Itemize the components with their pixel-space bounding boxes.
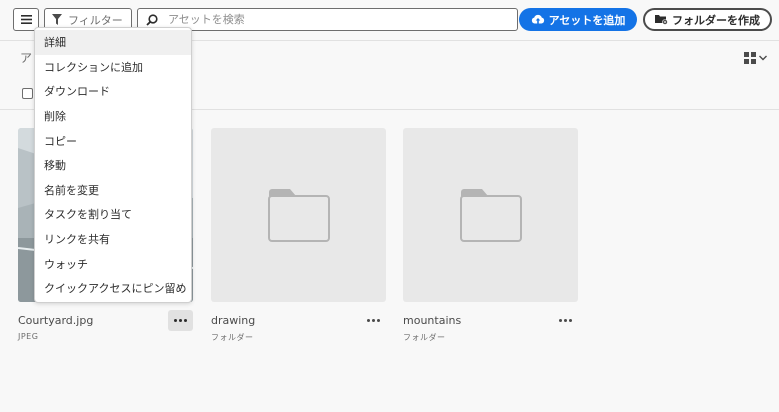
asset-name[interactable]: Courtyard.jpg xyxy=(18,314,93,327)
menu-item-share-link[interactable]: リンクを共有 xyxy=(35,227,191,252)
menu-item-rename[interactable]: 名前を変更 xyxy=(35,178,191,203)
context-menu: 詳細 コレクションに追加 ダウンロード 削除 コピー 移動 名前を変更 タスクを… xyxy=(34,27,192,303)
cloud-upload-icon xyxy=(531,14,544,24)
menu-item-pin-quick-access[interactable]: クイックアクセスにピン留め xyxy=(35,276,191,301)
folder-icon xyxy=(459,189,522,242)
more-actions-button[interactable] xyxy=(553,310,578,331)
filter-label: フィルター xyxy=(68,13,123,27)
search-field[interactable] xyxy=(137,8,518,31)
asset-card[interactable]: drawing フォルダー xyxy=(211,128,386,342)
asset-type: JPEG xyxy=(18,332,39,341)
asset-card[interactable]: mountains フォルダー xyxy=(403,128,578,342)
hamburger-icon xyxy=(20,15,32,24)
more-horizontal-icon xyxy=(559,319,572,322)
asset-thumbnail[interactable] xyxy=(403,128,578,302)
search-input[interactable] xyxy=(168,13,498,26)
asset-type: フォルダー xyxy=(403,333,446,342)
menu-item-details[interactable]: 詳細 xyxy=(35,30,191,55)
search-icon xyxy=(146,13,158,26)
grid-view-icon xyxy=(744,52,756,64)
asset-type: フォルダー xyxy=(211,333,254,342)
asset-thumbnail[interactable] xyxy=(211,128,386,302)
funnel-icon xyxy=(52,14,62,25)
more-actions-button[interactable] xyxy=(168,310,193,331)
create-folder-button[interactable]: フォルダーを作成 xyxy=(643,8,772,31)
menu-item-download[interactable]: ダウンロード xyxy=(35,79,191,104)
chevron-down-icon xyxy=(759,55,767,61)
menu-item-copy[interactable]: コピー xyxy=(35,128,191,153)
menu-item-move[interactable]: 移動 xyxy=(35,153,191,178)
asset-name[interactable]: mountains xyxy=(403,314,461,327)
folder-add-icon xyxy=(655,15,668,25)
menu-item-add-to-collection[interactable]: コレクションに追加 xyxy=(35,55,191,80)
asset-name[interactable]: drawing xyxy=(211,314,255,327)
menu-item-delete[interactable]: 削除 xyxy=(35,104,191,129)
add-asset-label: アセットを追加 xyxy=(548,13,626,27)
view-toggle[interactable] xyxy=(744,52,767,64)
more-horizontal-icon xyxy=(367,319,380,322)
breadcrumb[interactable]: ア xyxy=(20,49,32,66)
more-horizontal-icon xyxy=(174,319,187,322)
menu-item-watch[interactable]: ウォッチ xyxy=(35,251,191,276)
create-folder-label: フォルダーを作成 xyxy=(672,13,760,27)
more-actions-button[interactable] xyxy=(361,310,386,331)
select-all-checkbox[interactable] xyxy=(22,88,33,99)
folder-icon xyxy=(267,189,330,242)
add-asset-button[interactable]: アセットを追加 xyxy=(519,8,637,31)
menu-item-assign-task[interactable]: タスクを割り当て xyxy=(35,202,191,227)
